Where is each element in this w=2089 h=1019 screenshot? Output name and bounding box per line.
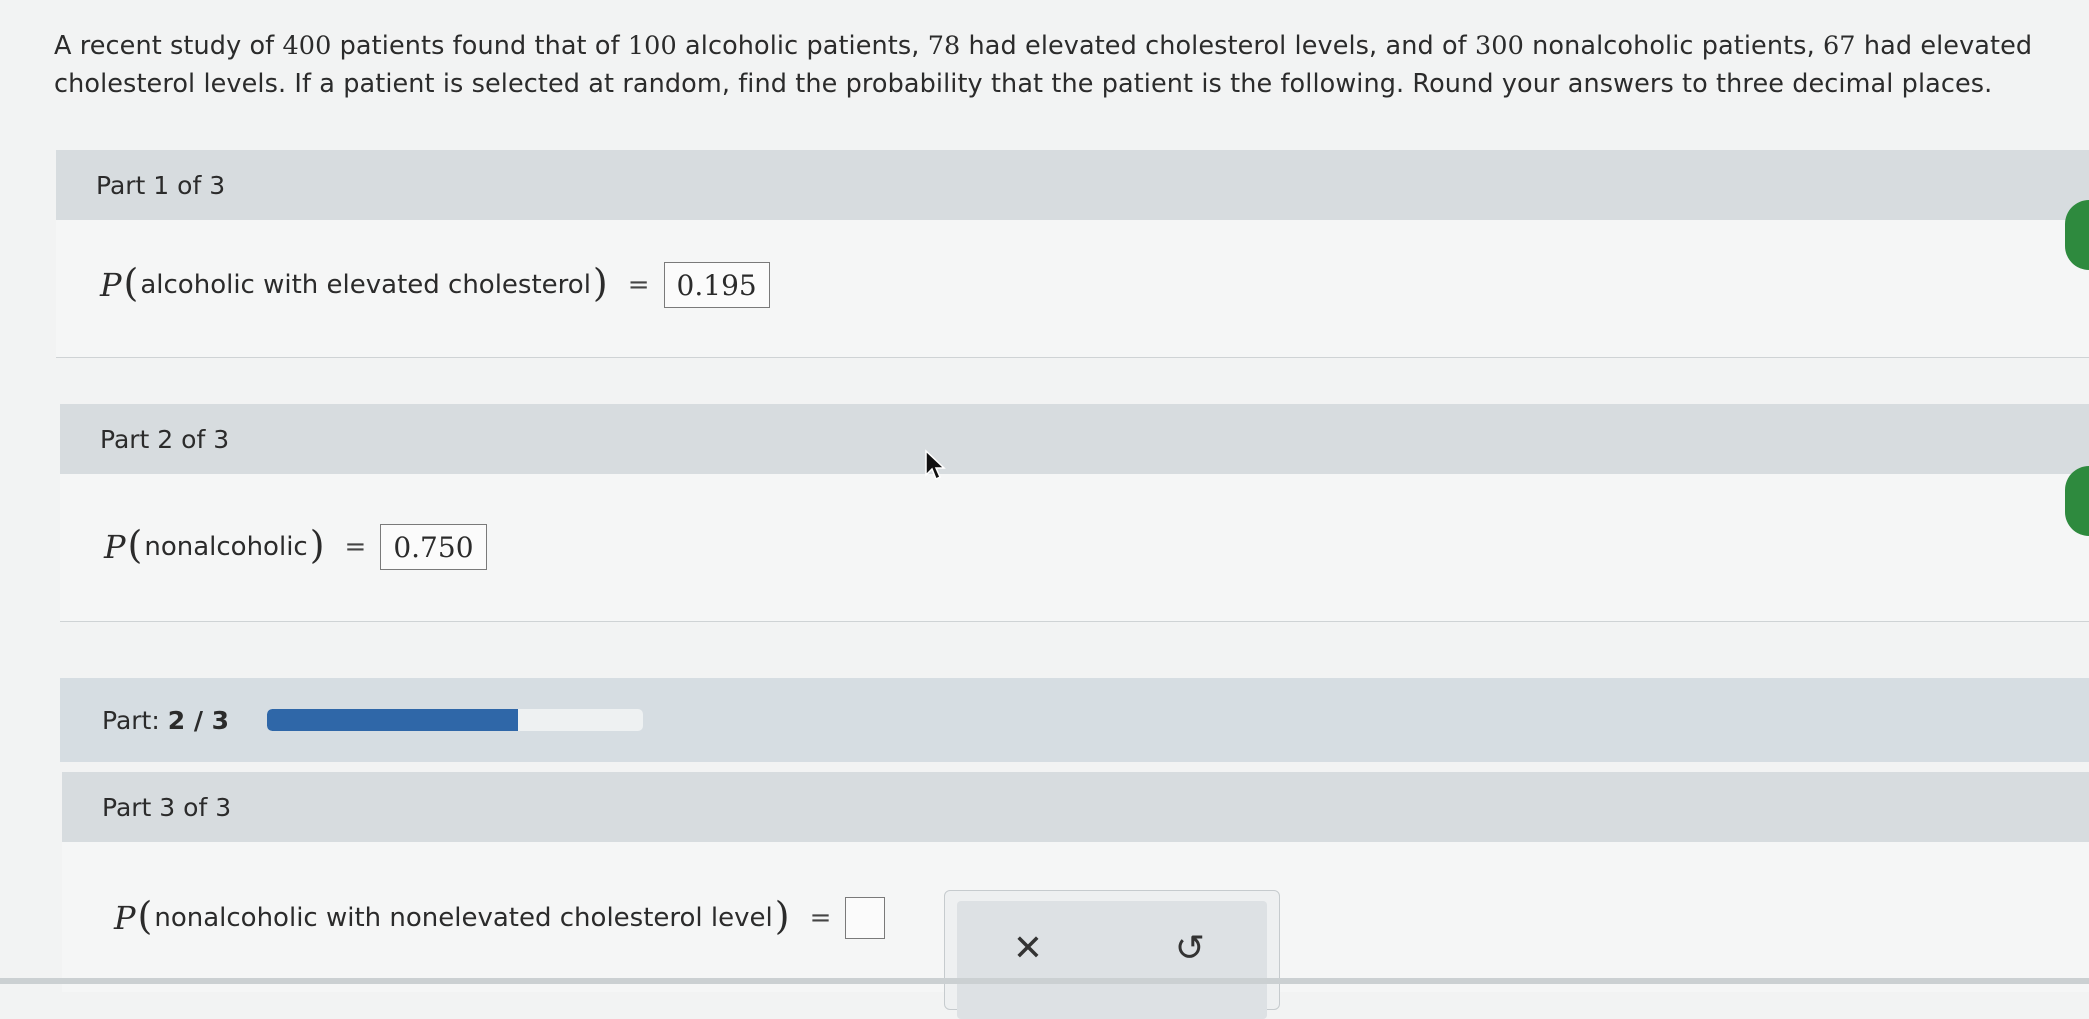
part-3-answer-input[interactable] [845,897,886,939]
part-3-event: nonalcoholic with nonelevated cholestero… [154,903,773,933]
part-3-equation: P ( nonalcoholic with nonelevated choles… [114,894,886,940]
part-2-event: nonalcoholic [144,532,308,562]
progress-bar-fill [267,709,518,731]
mouse-cursor-icon [925,449,946,481]
part-3-header: Part 3 of 3 [62,772,2089,842]
problem-statement: A recent study of 400 patients found tha… [54,22,2084,108]
part-1-equation: P ( alcoholic with elevated cholesterol … [100,261,770,308]
part-2-correct-indicator [2065,466,2089,536]
part-2-header: Part 2 of 3 [60,404,2089,474]
progress-label: Part: 2 / 3 [102,705,230,735]
progress-row: Part: 2 / 3 [60,678,2089,762]
problem-line-2: cholesterol levels. If a patient is sele… [54,69,1993,99]
part-2-equation: P ( nonalcoholic ) = 0.750 [104,523,487,570]
alcoholic-elevated-count: 78 [927,31,961,61]
undo-icon: ↺ [1174,927,1206,969]
part-1-answer-box[interactable]: 0.195 [663,262,770,308]
undo-button[interactable]: ↺ [1160,922,1220,974]
bottom-edge [0,978,2089,984]
part-1-header: Part 1 of 3 [56,150,2089,220]
alcoholic-count: 100 [627,31,677,61]
progress-bar [267,709,644,731]
answer-tools-panel [944,890,1280,1019]
total-patients: 400 [282,31,332,61]
clear-button[interactable]: ✕ [998,922,1058,974]
progress-count: 2 / 3 [167,705,230,735]
part-1-correct-indicator [2065,200,2089,270]
nonalcoholic-count: 300 [1474,31,1524,61]
part-2-answer-box[interactable]: 0.750 [380,524,487,570]
part-1-event: alcoholic with elevated cholesterol [140,270,591,300]
close-icon: ✕ [1012,927,1044,969]
nonalcoholic-elevated-count: 67 [1822,31,1856,61]
